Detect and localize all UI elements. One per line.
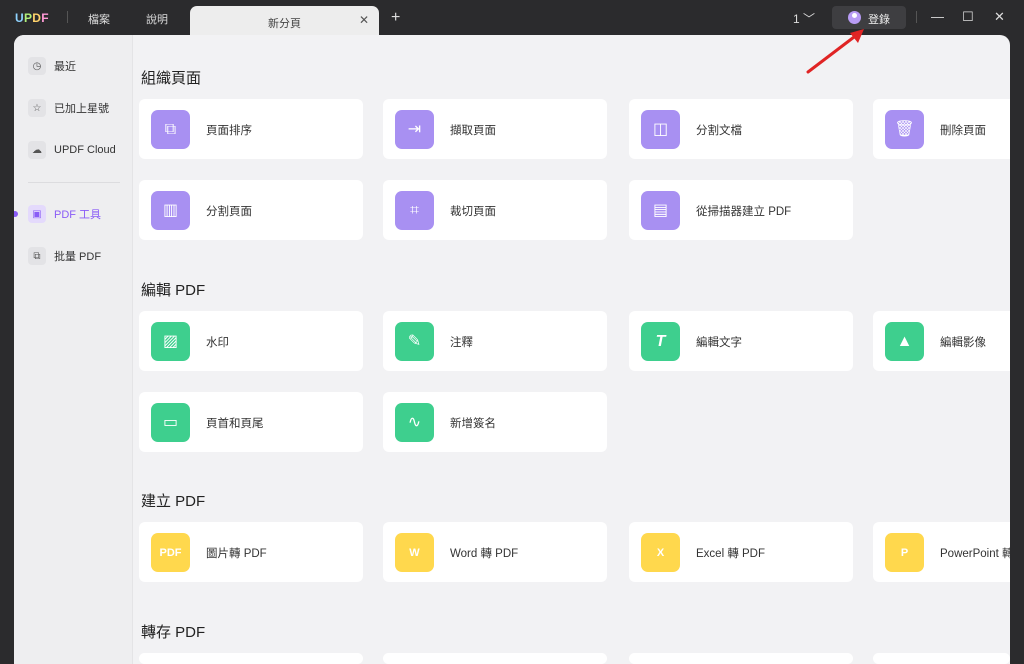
card-label: 刪除頁面 xyxy=(940,125,986,137)
sidebar-item-label: 最近 xyxy=(54,61,76,73)
split-document-icon: ◫ xyxy=(641,110,680,149)
minimize-icon[interactable]: — xyxy=(931,9,944,24)
tool-card-export-1[interactable] xyxy=(139,653,363,664)
tool-card-export-3[interactable] xyxy=(629,653,853,664)
watermark-icon: ▨ xyxy=(151,322,190,361)
title-bar: UPDF 檔案 說明 新分頁 ✕ + 1 ﹀ 登錄 — ☐ ✕ xyxy=(0,0,1024,35)
toolbox-icon: ▣ xyxy=(28,205,46,223)
tool-card-excel-to-pdf[interactable]: X Excel 轉 PDF xyxy=(629,522,853,582)
tool-card-powerpoint-to-pdf[interactable]: P PowerPoint 轉 xyxy=(873,522,1010,582)
tab-title: 新分頁 xyxy=(268,18,301,30)
login-label: 登錄 xyxy=(868,14,890,26)
powerpoint-to-pdf-icon: P xyxy=(885,533,924,572)
card-label: 從掃描器建立 PDF xyxy=(696,206,792,218)
app-window: ◷ 最近 ☆ 已加上星號 ☁ UPDF Cloud ▣ PDF 工具 ⧉ 批量 … xyxy=(14,35,1010,664)
section-title-create: 建立 PDF xyxy=(141,493,206,510)
annotate-icon: ✎ xyxy=(395,322,434,361)
card-label: 頁首和頁尾 xyxy=(206,418,264,430)
tool-card-delete[interactable]: 🗑 刪除頁面 xyxy=(873,99,1010,159)
tab-count-dropdown[interactable]: 1 ﹀ xyxy=(793,10,815,27)
tool-card-word-to-pdf[interactable]: W Word 轉 PDF xyxy=(383,522,607,582)
signature-icon: ∿ xyxy=(395,403,434,442)
edit-text-icon: T xyxy=(641,322,680,361)
tool-card-crop[interactable]: ⌗ 裁切頁面 xyxy=(383,180,607,240)
card-label: 擷取頁面 xyxy=(450,125,496,137)
active-indicator xyxy=(14,211,18,217)
sidebar-item-starred[interactable]: ☆ 已加上星號 xyxy=(28,99,109,117)
tool-card-edit-image[interactable]: ▲ 編輯影像 xyxy=(873,311,1010,371)
sidebar-item-cloud[interactable]: ☁ UPDF Cloud xyxy=(28,141,116,159)
card-label: Excel 轉 PDF xyxy=(696,548,766,560)
sidebar: ◷ 最近 ☆ 已加上星號 ☁ UPDF Cloud ▣ PDF 工具 ⧉ 批量 … xyxy=(14,35,133,664)
split-pages-icon: ▥ xyxy=(151,191,190,230)
batch-icon: ⧉ xyxy=(28,247,46,265)
clock-icon: ◷ xyxy=(28,57,46,75)
section-title-organize: 組織頁面 xyxy=(141,70,202,87)
card-label: 注釋 xyxy=(450,337,473,349)
menu-help[interactable]: 說明 xyxy=(146,11,168,27)
maximize-icon[interactable]: ☐ xyxy=(962,9,974,25)
tool-card-extract[interactable]: ⇥ 擷取頁面 xyxy=(383,99,607,159)
sidebar-item-label: UPDF Cloud xyxy=(54,144,116,156)
edit-image-icon: ▲ xyxy=(885,322,924,361)
trash-icon: 🗑 xyxy=(885,110,924,149)
cloud-icon: ☁ xyxy=(28,141,46,159)
divider xyxy=(67,11,68,23)
card-label: PowerPoint 轉 xyxy=(940,548,1010,560)
tool-card-annotate[interactable]: ✎ 注釋 xyxy=(383,311,607,371)
card-label: 圖片轉 PDF xyxy=(206,548,267,560)
tab-new[interactable]: 新分頁 ✕ xyxy=(190,6,379,35)
card-label: Word 轉 PDF xyxy=(450,548,519,560)
excel-to-pdf-icon: X xyxy=(641,533,680,572)
section-title-export: 轉存 PDF xyxy=(141,624,206,641)
tool-card-header-footer[interactable]: ▭ 頁首和頁尾 xyxy=(139,392,363,452)
scanner-icon: ▤ xyxy=(641,191,680,230)
image-to-pdf-icon: PDF xyxy=(151,533,190,572)
tool-card-scanner[interactable]: ▤ 從掃描器建立 PDF xyxy=(629,180,853,240)
sidebar-item-pdf-tools[interactable]: ▣ PDF 工具 xyxy=(28,205,101,223)
sidebar-item-label: PDF 工具 xyxy=(54,209,102,221)
tool-card-reorder[interactable]: ⧉ 頁面排序 xyxy=(139,99,363,159)
tool-card-watermark[interactable]: ▨ 水印 xyxy=(139,311,363,371)
tools-panel: 組織頁面 ⧉ 頁面排序 ⇥ 擷取頁面 ◫ 分割文檔 🗑 刪除頁面 ▥ 分割頁面 … xyxy=(133,35,1010,664)
sidebar-item-label: 批量 PDF xyxy=(54,251,102,263)
close-tab-icon[interactable]: ✕ xyxy=(359,13,369,27)
sidebar-divider xyxy=(28,182,120,183)
card-label: 新增簽名 xyxy=(450,418,496,430)
card-label: 水印 xyxy=(206,337,229,349)
card-label: 編輯文字 xyxy=(696,337,742,349)
tool-card-export-2[interactable] xyxy=(383,653,607,664)
menu-file[interactable]: 檔案 xyxy=(88,11,110,27)
updf-logo: UPDF xyxy=(15,11,49,25)
extract-pages-icon: ⇥ xyxy=(395,110,434,149)
card-label: 頁面排序 xyxy=(206,125,252,137)
close-window-icon[interactable]: ✕ xyxy=(994,9,1005,25)
sidebar-item-recent[interactable]: ◷ 最近 xyxy=(28,57,76,75)
reorder-pages-icon: ⧉ xyxy=(151,110,190,149)
tool-card-image-to-pdf[interactable]: PDF 圖片轉 PDF xyxy=(139,522,363,582)
annotation-arrow-icon xyxy=(806,29,864,74)
word-to-pdf-icon: W xyxy=(395,533,434,572)
add-tab-icon[interactable]: + xyxy=(391,9,400,27)
tool-card-export-4[interactable] xyxy=(873,653,1010,664)
crop-pages-icon: ⌗ xyxy=(395,191,434,230)
divider xyxy=(916,11,917,23)
sidebar-item-label: 已加上星號 xyxy=(54,103,109,115)
header-footer-icon: ▭ xyxy=(151,403,190,442)
card-label: 裁切頁面 xyxy=(450,206,496,218)
tool-card-edit-text[interactable]: T 編輯文字 xyxy=(629,311,853,371)
card-label: 分割頁面 xyxy=(206,206,252,218)
card-label: 編輯影像 xyxy=(940,337,986,349)
star-icon: ☆ xyxy=(28,99,46,117)
avatar-icon xyxy=(848,11,861,24)
section-title-edit: 編輯 PDF xyxy=(141,282,206,299)
tool-card-signature[interactable]: ∿ 新增簽名 xyxy=(383,392,607,452)
tool-card-split-document[interactable]: ◫ 分割文檔 xyxy=(629,99,853,159)
sidebar-item-batch-pdf[interactable]: ⧉ 批量 PDF xyxy=(28,247,101,265)
card-label: 分割文檔 xyxy=(696,125,742,137)
tool-card-split-pages[interactable]: ▥ 分割頁面 xyxy=(139,180,363,240)
